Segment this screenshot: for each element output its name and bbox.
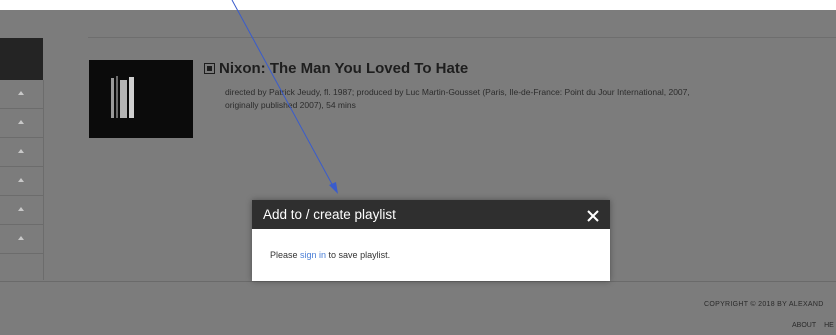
page-overlay	[0, 10, 836, 335]
chevron-up-icon	[18, 149, 24, 153]
result-thumbnail[interactable]	[89, 60, 193, 138]
divider	[88, 37, 836, 38]
sidebar-list	[0, 80, 44, 280]
footer-link-help[interactable]: HE	[824, 322, 834, 329]
modal-header: Add to / create playlist	[252, 200, 610, 229]
result-title-text: Nixon: The Man You Loved To Hate	[219, 60, 469, 77]
chevron-up-icon	[18, 178, 24, 182]
chevron-up-icon	[18, 120, 24, 124]
sidebar-item[interactable]	[0, 167, 43, 196]
result-meta: directed by Patrick Jeudy, fl. 1987; pro…	[225, 87, 690, 110]
sidebar-item[interactable]	[0, 196, 43, 225]
top-white-strip	[0, 0, 836, 10]
sidebar-item[interactable]	[0, 109, 43, 138]
chevron-up-icon	[18, 236, 24, 240]
thumbnail-figure	[111, 76, 134, 118]
playlist-modal: Add to / create playlist Please sign in …	[252, 200, 610, 281]
sidebar-item[interactable]	[0, 80, 43, 109]
divider	[0, 281, 836, 282]
footer-links: ABOUT HE	[792, 322, 836, 329]
chevron-up-icon	[18, 207, 24, 211]
modal-title: Add to / create playlist	[263, 207, 396, 222]
footer-link-about[interactable]: ABOUT	[792, 322, 816, 329]
modal-message-prefix: Please	[270, 250, 301, 260]
modal-message: Please sign in to save playlist.	[270, 250, 390, 260]
sidebar-item[interactable]	[0, 138, 43, 167]
sidebar-header	[0, 38, 43, 80]
chevron-up-icon	[18, 91, 24, 95]
close-icon[interactable]	[586, 209, 600, 223]
sign-in-link[interactable]: sign in	[300, 250, 326, 260]
copyright-text: COPYRIGHT © 2018 BY ALEXAND	[704, 301, 824, 308]
modal-message-suffix: to save playlist.	[326, 250, 391, 260]
sidebar-item[interactable]	[0, 225, 43, 254]
result-title[interactable]: Nixon: The Man You Loved To Hate	[204, 60, 468, 80]
film-icon	[204, 63, 215, 74]
